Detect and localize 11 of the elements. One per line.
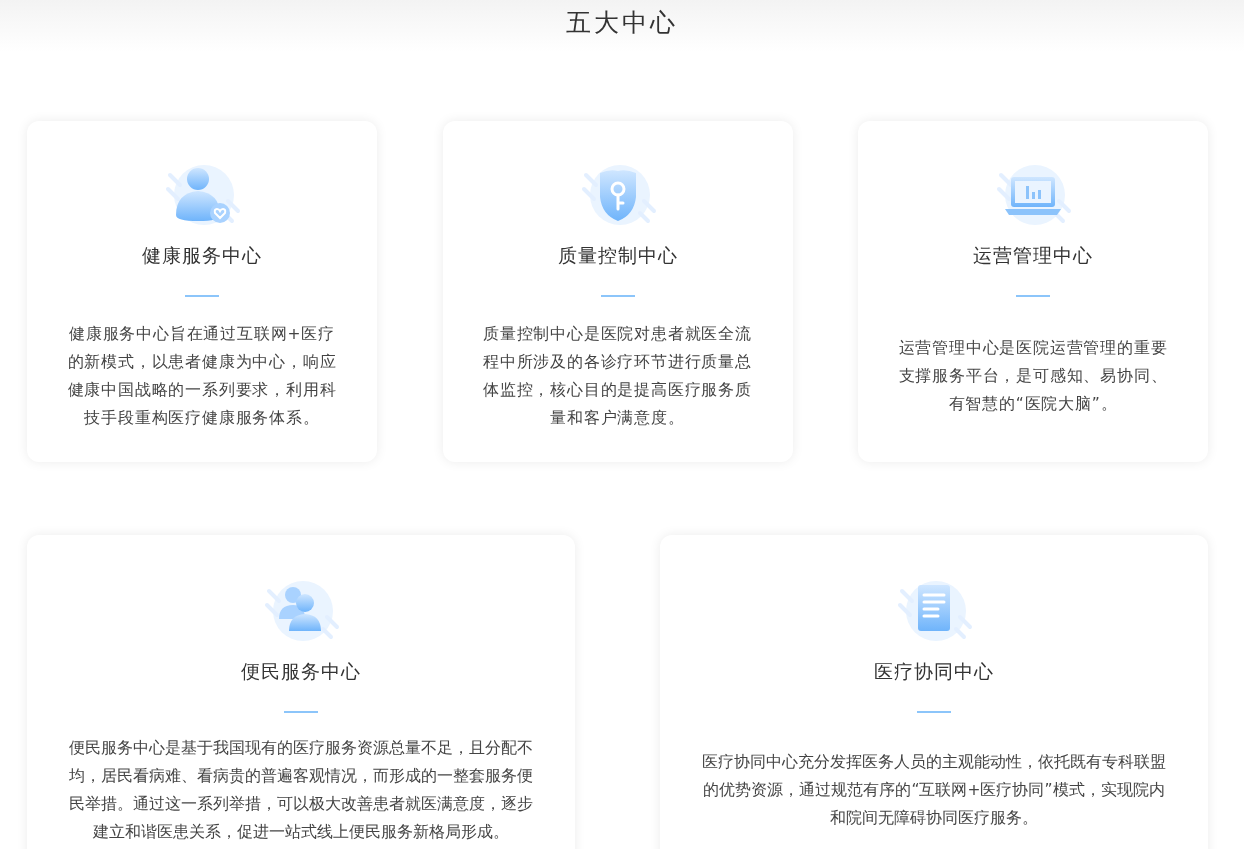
card-description: 健康服务中心旨在通过互联网+医疗的新模式，以患者健康为中心，响应健康中国战略的一系列要求，利用科技手段重构医疗健康服务体系。: [66, 324, 338, 429]
card-title: 医疗协同中心: [874, 659, 994, 684]
card-title: 质量控制中心: [557, 243, 678, 268]
card-title: 健康服务中心: [142, 243, 262, 268]
card-description: 质量控制中心是医院对患者就医全流程中所涉及的各诊疗环节进行质量总体监控，核心目的是提高医疗服务质量和客户满意度。: [482, 324, 753, 429]
card-title: 便民服务中心: [241, 659, 361, 684]
card-description: 便民服务中心是基于我国现有的医疗服务资源总量不足，且分配不均，居民看病难、看病贵的普遍客观情况，而形成的一整套服务便民举措。通过这一系列举措，可以极大改善患者就医满意度，逐步建立和谐医患关系，促进一站式线上便民服务新格局形成。: [69, 738, 533, 843]
card-title: 运营管理中心: [973, 243, 1093, 268]
card-description: 医疗协同中心充分发挥医务人员的主观能动性，依托既有专科联盟的优势资源，通过规范有序的“互联网+医疗协同”模式，实现院内和院间无障碍协同医疗服务。: [702, 752, 1166, 829]
card-description: 运营管理中心是医院运营管理的重要支撑服务平台，是可感知、易协同、有智慧的“医院大脑”。: [897, 338, 1169, 415]
section-title: 五大中心: [566, 7, 678, 39]
